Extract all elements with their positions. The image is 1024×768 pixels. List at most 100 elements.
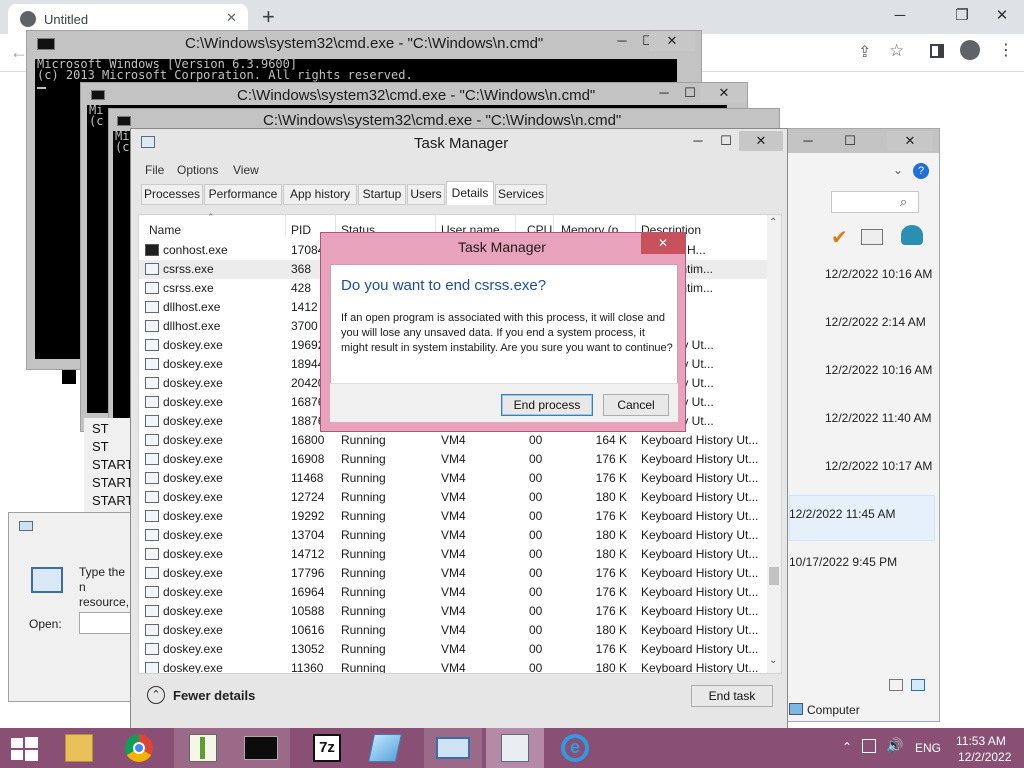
column-pid[interactable]: PID [291, 223, 311, 237]
fewer-details-icon[interactable]: ⌃ [147, 686, 165, 704]
taskbar-task-manager[interactable] [486, 728, 544, 768]
vertical-scrollbar[interactable]: ⌃ ⌄ [767, 215, 781, 673]
scroll-down-icon[interactable]: ⌄ [769, 655, 777, 666]
table-row[interactable]: doskey.exe 12724 Running VM4 00 180 K Keyboard… [139, 488, 767, 507]
taskbar-cmd[interactable] [232, 728, 290, 768]
process-mem: 176 K [595, 452, 627, 466]
menu-options[interactable]: Options [177, 163, 218, 177]
tab-label: Processes [143, 187, 201, 201]
scroll-up-icon[interactable]: ⌃ [769, 217, 777, 228]
star-icon[interactable]: ☆ [889, 41, 904, 61]
new-tab-button[interactable]: + [262, 4, 275, 30]
fewer-details-link[interactable]: Fewer details [173, 688, 255, 703]
close-icon[interactable]: ✕ [226, 10, 237, 26]
process-name: csrss.exe [163, 262, 214, 276]
chevron-down-icon[interactable]: ⌄ [893, 163, 903, 177]
chrome-minimize-button[interactable]: ─ [877, 0, 923, 32]
taskbar-notepad[interactable] [174, 728, 232, 768]
language-indicator[interactable]: ENG [915, 741, 941, 755]
table-row[interactable]: doskey.exe 11360 Running VM4 00 180 K Keyboard… [139, 659, 767, 673]
explorer-minimize-button[interactable]: ─ [795, 131, 821, 151]
end-task-button[interactable]: End task [691, 685, 773, 707]
taskbar-7zip[interactable]: 7z [298, 728, 356, 768]
process-name: doskey.exe [163, 547, 223, 561]
cmd-icon [91, 90, 105, 100]
show-hidden-icons-icon[interactable]: ⌃ [842, 740, 852, 754]
tab-services[interactable]: Services [495, 184, 547, 205]
table-row[interactable]: doskey.exe 10616 Running VM4 00 180 K Keyboard… [139, 621, 767, 640]
taskbar-app[interactable] [356, 728, 414, 768]
taskbar-run[interactable] [424, 728, 482, 768]
help-icon[interactable]: ? [913, 163, 929, 179]
close-button[interactable]: ✕ [701, 83, 747, 103]
table-row[interactable]: doskey.exe 17796 Running VM4 00 176 K Keyboard… [139, 564, 767, 583]
properties-icon[interactable] [861, 229, 883, 245]
menu-file[interactable]: File [145, 163, 164, 177]
process-status: Running [341, 509, 386, 523]
table-row[interactable]: doskey.exe 19292 Running VM4 00 176 K Keyboard… [139, 507, 767, 526]
table-row[interactable]: doskey.exe 11468 Running VM4 00 176 K Keyboard… [139, 469, 767, 488]
profile-icon[interactable] [960, 40, 980, 60]
tab-app-history[interactable]: App history [283, 184, 357, 205]
scroll-thumb[interactable] [769, 567, 779, 585]
table-row[interactable]: doskey.exe 10588 Running VM4 00 176 K Keyboard… [139, 602, 767, 621]
explorer-search-box[interactable]: ⌕ [831, 191, 919, 213]
process-status: Running [341, 642, 386, 656]
start-button[interactable] [8, 736, 40, 762]
tab-startup[interactable]: Startup [358, 184, 406, 205]
tab-details[interactable]: Details [446, 181, 494, 205]
close-button[interactable]: ✕ [739, 131, 783, 151]
close-button[interactable]: ✕ [649, 31, 695, 51]
share-icon[interactable]: ⇪ [858, 42, 871, 62]
details-view-icon[interactable] [889, 679, 903, 691]
taskbar-chrome[interactable] [110, 728, 168, 768]
process-icon [145, 548, 159, 560]
minimize-button[interactable]: ─ [609, 31, 635, 51]
network-icon[interactable] [862, 739, 876, 753]
process-status: Running [341, 433, 386, 447]
minimize-button[interactable]: ─ [651, 83, 677, 103]
maximize-button[interactable]: ☐ [677, 83, 703, 103]
chrome-icon-center [133, 742, 145, 754]
taskbar-explorer[interactable] [50, 728, 108, 768]
cmd-icon [37, 38, 55, 50]
file-date: 12/2/2022 11:40 AM [825, 411, 932, 425]
search-icon: ⌕ [900, 194, 908, 209]
process-icon [145, 491, 159, 503]
check-icon[interactable]: ✔ [831, 225, 848, 250]
table-row[interactable]: doskey.exe 16964 Running VM4 00 176 K Keyboard… [139, 583, 767, 602]
process-desc: Keyboard History Ut... [641, 509, 759, 523]
tiles-view-icon[interactable] [911, 679, 925, 691]
menu-icon[interactable]: ⋮ [998, 40, 1014, 60]
tab-users[interactable]: Users [407, 184, 445, 205]
dialog-close-button[interactable]: ✕ [641, 233, 685, 254]
tab-processes[interactable]: Processes [141, 184, 203, 205]
clock-date[interactable]: 12/2/2022 [958, 750, 1011, 764]
process-pid: 3700 [291, 319, 318, 333]
table-row[interactable]: doskey.exe 14712 Running VM4 00 180 K Keyboard… [139, 545, 767, 564]
shell-icon[interactable] [901, 225, 923, 245]
maximize-button[interactable]: ☐ [713, 131, 739, 151]
tab-performance[interactable]: Performance [204, 184, 282, 205]
process-pid: 10616 [291, 623, 325, 637]
menu-view[interactable]: View [233, 163, 259, 177]
explorer-maximize-button[interactable]: ☐ [837, 131, 863, 151]
process-icon [145, 510, 159, 522]
end-process-button[interactable]: End process [501, 394, 593, 416]
table-row[interactable]: doskey.exe 13052 Running VM4 00 176 K Keyboard… [139, 640, 767, 659]
chrome-close-button[interactable]: ✕ [979, 0, 1024, 32]
side-panel-icon[interactable] [930, 44, 944, 58]
table-row[interactable]: doskey.exe 16800 Running VM4 00 164 K Keyboard… [139, 431, 767, 450]
process-icon [145, 624, 159, 636]
table-row[interactable]: doskey.exe 13704 Running VM4 00 180 K Keyboard… [139, 526, 767, 545]
column-name[interactable]: Name [149, 223, 181, 237]
explorer-close-button[interactable]: ✕ [887, 131, 933, 151]
taskbar-ie[interactable]: e [546, 728, 604, 768]
cancel-button[interactable]: Cancel [603, 394, 669, 416]
volume-icon[interactable]: 🔊 [886, 737, 903, 754]
clock-time[interactable]: 11:53 AM [956, 734, 1006, 748]
table-row[interactable]: doskey.exe 16908 Running VM4 00 176 K Keyboard… [139, 450, 767, 469]
cancel-label: Cancel [617, 398, 655, 412]
process-icon [145, 377, 159, 389]
minimize-button[interactable]: ─ [685, 131, 711, 151]
